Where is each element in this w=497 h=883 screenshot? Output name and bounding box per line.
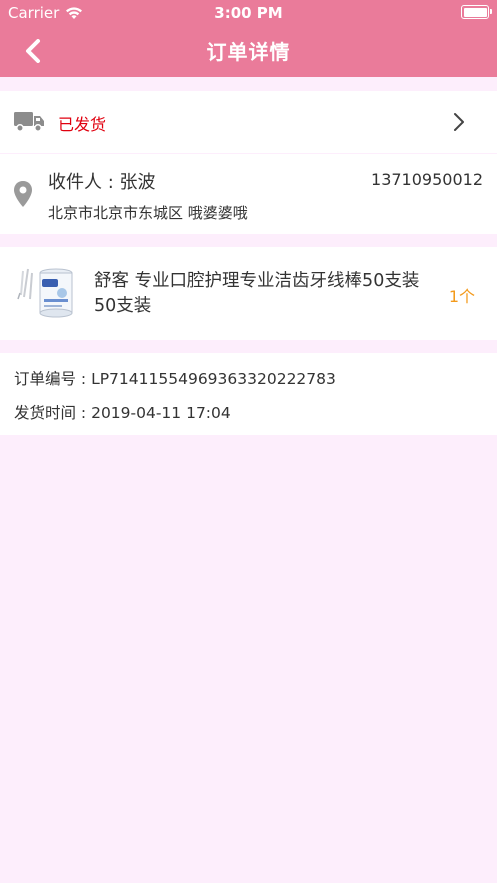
shipping-status-text: 已发货 <box>58 115 107 134</box>
chevron-right-icon <box>454 113 464 131</box>
product-row[interactable]: 舒客 专业口腔护理专业洁齿牙线棒50支装 50支装 1个 <box>0 247 497 340</box>
product-thumbnail <box>17 268 73 318</box>
product-quantity: 1个 <box>448 287 475 306</box>
address-row[interactable]: 收件人 : 张波 13710950012 北京市北京市东城区 哦婆婆哦 <box>0 154 497 234</box>
recipient-name: 收件人 : 张波 <box>48 172 156 193</box>
shipping-status-row[interactable]: 已发货 <box>0 91 497 153</box>
nav-header: Carrier 3:00 PM 订单详情 <box>0 0 497 77</box>
shipping-address: 北京市北京市东城区 哦婆婆哦 <box>48 204 248 222</box>
recipient-phone: 13710950012 <box>371 170 483 189</box>
order-info-row: 订单编号 : LP7141155496936332022278​3 发货时间 :… <box>0 353 497 435</box>
truck-icon <box>14 112 44 132</box>
status-bar: Carrier 3:00 PM <box>0 0 497 26</box>
status-time: 3:00 PM <box>214 4 283 22</box>
battery-icon <box>461 5 492 19</box>
product-name: 舒客 专业口腔护理专业洁齿牙线棒50支装 50支装 <box>94 271 420 316</box>
ship-time: 发货时间 : 2019-04-11 17:04 <box>14 404 231 422</box>
location-pin-icon <box>14 181 32 207</box>
order-number: 订单编号 : LP7141155496936332022278​3 <box>14 370 336 388</box>
page-title: 订单详情 <box>206 40 291 64</box>
